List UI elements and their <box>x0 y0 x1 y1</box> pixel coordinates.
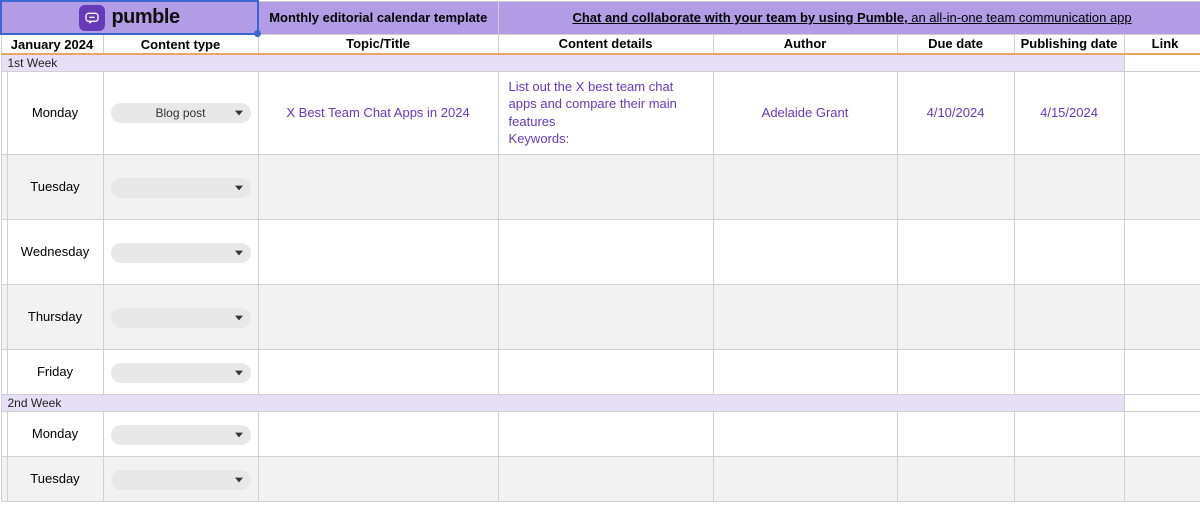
day-cell[interactable]: Wednesday <box>7 219 103 284</box>
day-cell[interactable]: Tuesday <box>7 456 103 501</box>
details-cell[interactable] <box>498 411 713 456</box>
due-cell[interactable] <box>897 411 1014 456</box>
link-cell[interactable] <box>1124 284 1200 349</box>
details-cell[interactable] <box>498 219 713 284</box>
content-type-cell[interactable] <box>103 456 258 501</box>
link-cell[interactable] <box>1124 71 1200 154</box>
author-cell[interactable] <box>713 411 897 456</box>
chevron-down-icon <box>235 315 243 321</box>
author-cell[interactable]: Adelaide Grant <box>713 71 897 154</box>
due-cell[interactable]: 4/10/2024 <box>897 71 1014 154</box>
content-type-dropdown[interactable] <box>111 363 251 383</box>
author-cell[interactable] <box>713 456 897 501</box>
chevron-down-icon <box>235 432 243 438</box>
author-cell[interactable] <box>713 219 897 284</box>
column-headers-row: January 2024 Content type Topic/Title Co… <box>1 34 1200 54</box>
pub-cell[interactable] <box>1014 219 1124 284</box>
template-title: Monthly editorial calendar template <box>258 1 498 34</box>
table-row: Tuesday <box>1 154 1200 219</box>
due-cell[interactable] <box>897 349 1014 394</box>
table-row: Monday <box>1 411 1200 456</box>
pub-cell[interactable] <box>1014 349 1124 394</box>
table-row: Tuesday <box>1 456 1200 501</box>
header-topic: Topic/Title <box>258 34 498 54</box>
logo-text: pumble <box>111 6 179 29</box>
content-type-cell[interactable] <box>103 349 258 394</box>
pub-cell[interactable]: 4/15/2024 <box>1014 71 1124 154</box>
content-type-value: Blog post <box>155 106 205 120</box>
content-type-cell[interactable]: Blog post <box>103 71 258 154</box>
chevron-down-icon <box>235 185 243 191</box>
author-cell[interactable] <box>713 154 897 219</box>
topic-cell[interactable] <box>258 349 498 394</box>
chevron-down-icon <box>235 370 243 376</box>
due-cell[interactable] <box>897 456 1014 501</box>
author-cell[interactable] <box>713 284 897 349</box>
due-cell[interactable] <box>897 219 1014 284</box>
promo-link[interactable]: Chat and collaborate with your team by u… <box>498 1 1200 34</box>
header-due: Due date <box>897 34 1014 54</box>
topic-cell[interactable] <box>258 154 498 219</box>
header-link: Link <box>1124 34 1200 54</box>
due-cell[interactable] <box>897 284 1014 349</box>
week-label: 1st Week <box>1 54 1124 71</box>
header-author: Author <box>713 34 897 54</box>
week-divider: 2nd Week <box>1 394 1200 411</box>
table-row: Thursday <box>1 284 1200 349</box>
details-cell[interactable]: List out the X best team chat apps and c… <box>498 71 713 154</box>
chevron-down-icon <box>235 110 243 116</box>
day-cell[interactable]: Monday <box>7 411 103 456</box>
content-type-cell[interactable] <box>103 411 258 456</box>
pub-cell[interactable] <box>1014 284 1124 349</box>
due-cell[interactable] <box>897 154 1014 219</box>
day-cell[interactable]: Thursday <box>7 284 103 349</box>
content-type-dropdown[interactable]: Blog post <box>111 103 251 123</box>
topic-cell[interactable]: X Best Team Chat Apps in 2024 <box>258 71 498 154</box>
content-type-cell[interactable] <box>103 154 258 219</box>
header-pub: Publishing date <box>1014 34 1124 54</box>
day-cell[interactable]: Tuesday <box>7 154 103 219</box>
pumble-logo-icon <box>79 5 105 31</box>
content-type-dropdown[interactable] <box>111 243 251 263</box>
link-cell[interactable] <box>1124 349 1200 394</box>
content-type-dropdown[interactable] <box>111 470 251 490</box>
link-cell[interactable] <box>1124 219 1200 284</box>
details-cell[interactable] <box>498 456 713 501</box>
banner-row: pumble Monthly editorial calendar templa… <box>1 1 1200 34</box>
day-cell[interactable]: Friday <box>7 349 103 394</box>
topic-cell[interactable] <box>258 219 498 284</box>
pub-cell[interactable] <box>1014 411 1124 456</box>
link-cell[interactable] <box>1124 411 1200 456</box>
pub-cell[interactable] <box>1014 456 1124 501</box>
details-cell[interactable] <box>498 154 713 219</box>
logo-cell[interactable]: pumble <box>1 1 258 34</box>
chevron-down-icon <box>235 477 243 483</box>
details-cell[interactable] <box>498 284 713 349</box>
day-cell[interactable]: Monday <box>7 71 103 154</box>
link-cell[interactable] <box>1124 456 1200 501</box>
header-content-type: Content type <box>103 34 258 54</box>
header-month: January 2024 <box>1 34 103 54</box>
chevron-down-icon <box>235 250 243 256</box>
link-cell[interactable] <box>1124 154 1200 219</box>
editorial-calendar-table: pumble Monthly editorial calendar templa… <box>0 0 1200 502</box>
content-type-dropdown[interactable] <box>111 178 251 198</box>
content-type-dropdown[interactable] <box>111 425 251 445</box>
topic-cell[interactable] <box>258 284 498 349</box>
content-type-cell[interactable] <box>103 284 258 349</box>
topic-cell[interactable] <box>258 411 498 456</box>
table-row: Friday <box>1 349 1200 394</box>
pub-cell[interactable] <box>1014 154 1124 219</box>
table-row: Wednesday <box>1 219 1200 284</box>
author-cell[interactable] <box>713 349 897 394</box>
content-type-cell[interactable] <box>103 219 258 284</box>
topic-cell[interactable] <box>258 456 498 501</box>
header-details: Content details <box>498 34 713 54</box>
table-row: Monday Blog post X Best Team Chat Apps in … <box>1 71 1200 154</box>
content-type-dropdown[interactable] <box>111 308 251 328</box>
week-label: 2nd Week <box>1 394 1124 411</box>
week-divider: 1st Week <box>1 54 1200 71</box>
details-cell[interactable] <box>498 349 713 394</box>
